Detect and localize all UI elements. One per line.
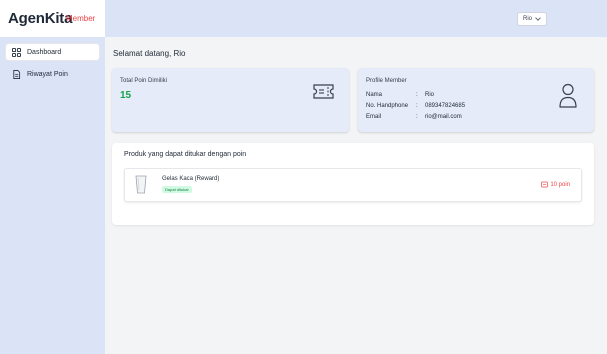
brand-logo[interactable]: AgenKita	[8, 10, 72, 27]
profile-row-phone: No. Handphone: 089347824685	[366, 103, 465, 109]
profile-value: rio@mail.com	[425, 114, 462, 120]
product-item[interactable]: Gelas Kaca (Reward) Dapat ditukar 10 poi…	[124, 168, 582, 202]
sidebar-item-riwayat-poin[interactable]: Riwayat Poin	[6, 66, 99, 82]
product-points: 10 poin	[541, 181, 570, 188]
points-value: 15	[120, 90, 132, 101]
document-icon	[13, 69, 21, 79]
profile-row-name: Nama: Rio	[366, 92, 434, 98]
dashboard-grid-icon	[12, 47, 21, 57]
glass-icon	[135, 175, 147, 194]
profile-key: Email	[366, 114, 382, 120]
points-label: Total Poin Dimiliki	[120, 78, 168, 84]
ticket-icon	[313, 84, 334, 99]
ticket-icon	[541, 181, 549, 188]
profile-sep: :	[416, 114, 418, 120]
products-panel: Produk yang dapat ditukar dengan poin Ge…	[112, 143, 594, 225]
sidebar-item-label: Dashboard	[27, 48, 62, 56]
chevron-down-icon	[535, 15, 541, 21]
products-panel-title: Produk yang dapat ditukar dengan poin	[124, 151, 247, 158]
points-card: Total Poin Dimiliki 15	[112, 68, 349, 132]
profile-card: Profile Member Nama: Rio No. Handphone: 08…	[358, 68, 594, 132]
profile-key: Nama	[366, 92, 383, 98]
user-menu-dropdown[interactable]: Rio	[517, 12, 547, 26]
profile-value: 089347824685	[425, 103, 466, 109]
product-name: Gelas Kaca (Reward)	[162, 176, 220, 182]
profile-value: Rio	[425, 92, 435, 98]
person-icon	[559, 83, 577, 108]
sidebar-item-dashboard[interactable]: Dashboard	[6, 44, 99, 60]
profile-row-email: Email: rio@mail.com	[366, 114, 462, 120]
profile-key: No. Handphone	[366, 103, 409, 109]
profile-sep: :	[416, 103, 418, 109]
brand-badge: Member	[66, 14, 96, 23]
product-points-label: 10 poin	[550, 181, 570, 188]
page-greeting: Selamat datang, Rio	[113, 49, 186, 58]
sidebar: Dashboard Riwayat Poin	[0, 37, 105, 354]
redeemable-badge: Dapat ditukar	[162, 186, 192, 193]
sidebar-item-label: Riwayat Poin	[27, 70, 68, 78]
profile-sep: :	[416, 92, 418, 98]
profile-title: Profile Member	[366, 78, 407, 84]
user-menu-label: Rio	[523, 16, 533, 22]
